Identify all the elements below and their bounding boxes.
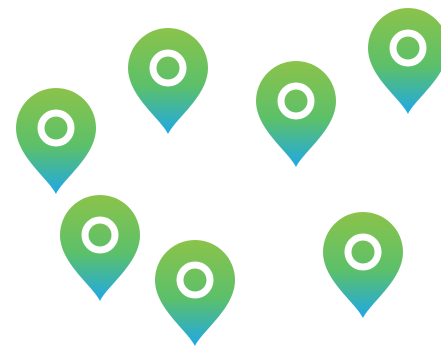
pins-canvas xyxy=(0,0,441,347)
map-pin-icon xyxy=(58,193,142,303)
map-pin-icon xyxy=(14,86,98,196)
map-pin-icon xyxy=(126,26,210,136)
map-pin-icon xyxy=(366,6,441,116)
map-pin-icon xyxy=(321,210,405,320)
map-pin-icon xyxy=(153,238,237,347)
map-pin-icon xyxy=(254,59,338,169)
